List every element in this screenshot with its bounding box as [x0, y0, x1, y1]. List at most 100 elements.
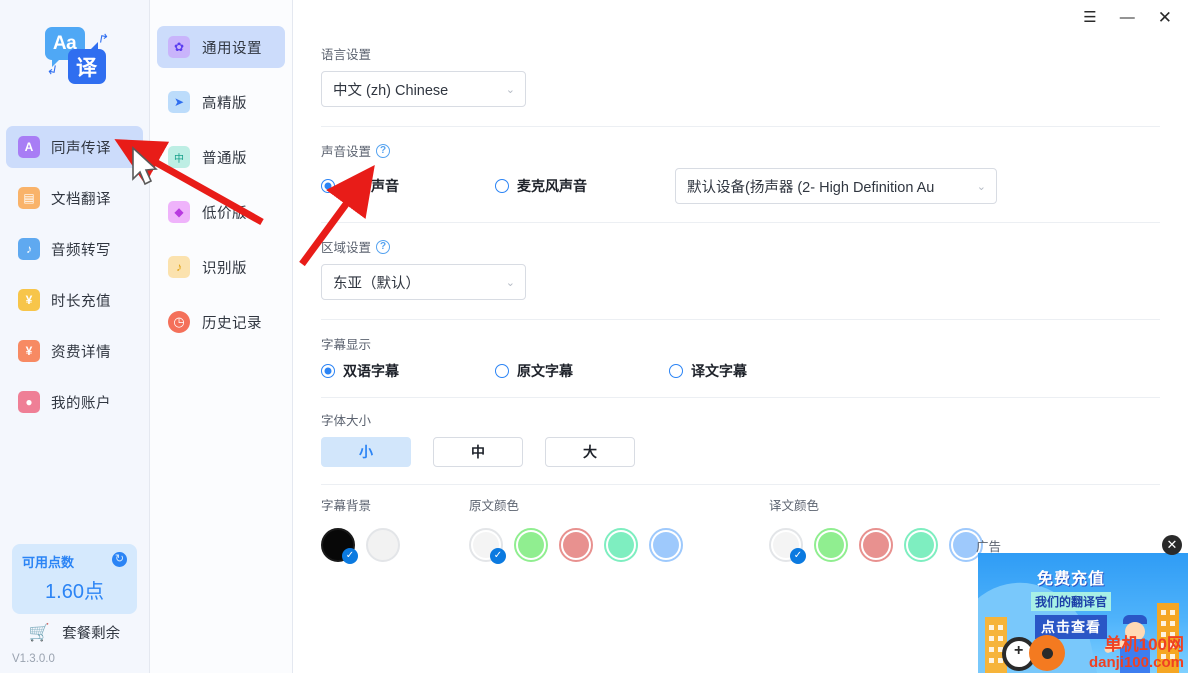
advertisement-panel: 广告 ✕ 免费充值 我们的翻译官 点击查看 + 单机100网 danji100.… — [970, 530, 1188, 673]
radio-source-subtitle[interactable]: 原文字幕 — [495, 361, 669, 381]
app-version: V1.3.0.0 — [12, 653, 55, 665]
minimize-button[interactable]: — — [1120, 10, 1135, 25]
sound-section: 声音设置 ? 电脑声音 麦克风声音 默认设备(扬声器 (2- High Defi… — [321, 127, 1160, 223]
chevron-down-icon: ⌄ — [505, 83, 515, 96]
color-swatch[interactable] — [514, 528, 548, 562]
region-select-value: 东亚（默认） — [333, 275, 420, 292]
close-button[interactable]: ✕ — [1158, 9, 1172, 26]
sidebar-item-label: 音频转写 — [51, 242, 111, 259]
app-logo: ↱ ↱ Aa 译 — [0, 0, 149, 112]
font-size-small-button[interactable]: 小 — [321, 437, 411, 467]
plan-remaining-label: 套餐剩余 — [62, 626, 121, 642]
font-size-label: 字体大小 — [321, 414, 372, 428]
shopping-cart-icon: 🛒 — [28, 622, 51, 642]
sidebar-item-document-translate[interactable]: ▤ 文档翻译 — [6, 177, 143, 219]
sidebar-item-recognition[interactable]: ♪ 识别版 — [157, 246, 285, 288]
radio-computer-sound[interactable]: 电脑声音 — [321, 176, 495, 196]
available-points-label: 可用点数 — [22, 555, 75, 570]
sidebar-item-general-settings[interactable]: ✿ 通用设置 — [157, 26, 285, 68]
sidebar-item-pricing-details[interactable]: ¥ 资费详情 — [6, 330, 143, 372]
radio-microphone-sound[interactable]: 麦克风声音 — [495, 176, 675, 196]
sidebar-item-label: 高精版 — [202, 95, 247, 112]
sidebar-item-low-price[interactable]: ◆ 低价版 — [157, 191, 285, 233]
color-swatch[interactable] — [366, 528, 400, 562]
secondary-sidebar: ✿ 通用设置 ➤ 高精版 中 普通版 ◆ 低价版 ♪ 识别版 ◷ 历史记录 — [150, 0, 293, 673]
logo-bubble-target: 译 — [67, 42, 106, 84]
hamburger-menu-icon[interactable]: ☰ — [1083, 10, 1096, 25]
sidebar-item-label: 同声传译 — [51, 140, 111, 157]
my-account-icon: ● — [18, 391, 40, 413]
radio-label: 电脑声音 — [343, 178, 399, 194]
document-translate-icon: ▤ — [18, 187, 40, 209]
audio-transcribe-icon: ♪ — [18, 238, 40, 260]
translated-color-label: 译文颜色 — [769, 499, 820, 513]
color-swatch[interactable] — [859, 528, 893, 562]
region-select[interactable]: 东亚（默认） ⌄ — [321, 264, 526, 300]
sidebar-item-history[interactable]: ◷ 历史记录 — [157, 301, 285, 343]
settings-content: 语言设置 中文 (zh) Chinese ⌄ 声音设置 ? 电脑声音 麦克风声音… — [293, 34, 1188, 564]
sidebar-item-label: 文档翻译 — [51, 191, 111, 208]
subtitle-background-group: 字幕背景 — [321, 495, 469, 564]
color-swatch[interactable] — [904, 528, 938, 562]
clock-icon: ◷ — [168, 311, 190, 333]
watermark-line2: danji100.com — [1088, 654, 1184, 671]
language-section: 语言设置 中文 (zh) Chinese ⌄ — [321, 34, 1160, 127]
language-select[interactable]: 中文 (zh) Chinese ⌄ — [321, 71, 526, 107]
sidebar-item-label: 资费详情 — [51, 344, 111, 361]
radio-label: 原文字幕 — [517, 363, 573, 379]
sidebar-item-simultaneous-interpretation[interactable]: A 同声传译 — [6, 126, 143, 168]
translate-icon: 中 — [168, 146, 190, 168]
microphone-icon: ♪ — [168, 256, 190, 278]
pricing-details-icon: ¥ — [18, 340, 40, 362]
font-size-medium-button[interactable]: 中 — [433, 437, 523, 467]
color-swatch[interactable] — [559, 528, 593, 562]
radio-label: 双语字幕 — [343, 363, 399, 379]
sidebar-item-standard[interactable]: 中 普通版 — [157, 136, 285, 178]
sidebar-item-label: 时长充值 — [51, 293, 111, 310]
sidebar-item-label: 低价版 — [202, 205, 247, 222]
window-titlebar: ☰ — ✕ — [293, 0, 1188, 34]
sidebar-item-label: 我的账户 — [51, 395, 111, 412]
sidebar-item-label: 通用设置 — [202, 40, 262, 57]
help-icon[interactable]: ? — [376, 239, 391, 254]
sound-label: 声音设置 ? — [321, 141, 1160, 160]
sidebar-item-label: 识别版 — [202, 260, 247, 277]
source-color-group: 原文颜色 — [469, 495, 769, 564]
available-points-panel: 可用点数 ↻ 1.60点 — [12, 544, 137, 614]
color-swatch[interactable] — [769, 528, 806, 564]
watermark-line1: 单机100网 — [1104, 635, 1184, 655]
radio-bilingual-subtitle[interactable]: 双语字幕 — [321, 361, 495, 381]
advertisement-banner[interactable]: 免费充值 我们的翻译官 点击查看 + 单机100网 danji100.com — [978, 553, 1188, 673]
color-swatch[interactable] — [814, 528, 848, 562]
subtitle-background-swatches — [321, 528, 469, 564]
sidebar-item-duration-recharge[interactable]: ¥ 时长充值 — [6, 279, 143, 321]
gear-icon: ✿ — [168, 36, 190, 58]
color-swatch[interactable] — [469, 528, 506, 564]
audio-device-value: 默认设备(扬声器 (2- High Definition Au — [687, 179, 935, 196]
app-window: ↱ ↱ Aa 译 A 同声传译 ▤ 文档翻译 ♪ 音频转写 ¥ 时长充值 ¥ 资… — [0, 0, 1188, 673]
rocket-icon: ➤ — [168, 91, 190, 113]
color-swatch[interactable] — [604, 528, 638, 562]
color-swatch[interactable] — [321, 528, 358, 564]
sidebar-item-my-account[interactable]: ● 我的账户 — [6, 381, 143, 423]
help-icon[interactable]: ? — [376, 143, 391, 158]
ad-headline: 免费充值 — [1036, 571, 1105, 588]
translated-color-swatches — [769, 528, 983, 564]
radio-translated-subtitle[interactable]: 译文字幕 — [669, 361, 747, 381]
sound-options-row: 电脑声音 麦克风声音 默认设备(扬声器 (2- High Definition … — [321, 168, 1160, 204]
font-size-large-button[interactable]: 大 — [545, 437, 635, 467]
sidebar-item-high-precision[interactable]: ➤ 高精版 — [157, 81, 285, 123]
color-swatch[interactable] — [649, 528, 683, 562]
main-content: ☰ — ✕ 语言设置 中文 (zh) Chinese ⌄ 声音设置 ? 电脑声音… — [293, 0, 1188, 673]
sidebar-item-audio-transcribe[interactable]: ♪ 音频转写 — [6, 228, 143, 270]
region-label: 区域设置 ? — [321, 237, 1160, 256]
subtitle-background-label: 字幕背景 — [321, 499, 372, 513]
refresh-icon[interactable]: ↻ — [112, 552, 127, 567]
radio-label: 麦克风声音 — [517, 178, 587, 194]
plan-remaining-button[interactable]: 🛒 套餐剩余 — [0, 622, 149, 643]
source-color-label: 原文颜色 — [469, 499, 520, 513]
radio-indicator — [495, 179, 509, 193]
audio-device-select[interactable]: 默认设备(扬声器 (2- High Definition Au ⌄ — [675, 168, 997, 204]
source-color-swatches — [469, 528, 769, 564]
close-icon[interactable]: ✕ — [1162, 535, 1182, 555]
